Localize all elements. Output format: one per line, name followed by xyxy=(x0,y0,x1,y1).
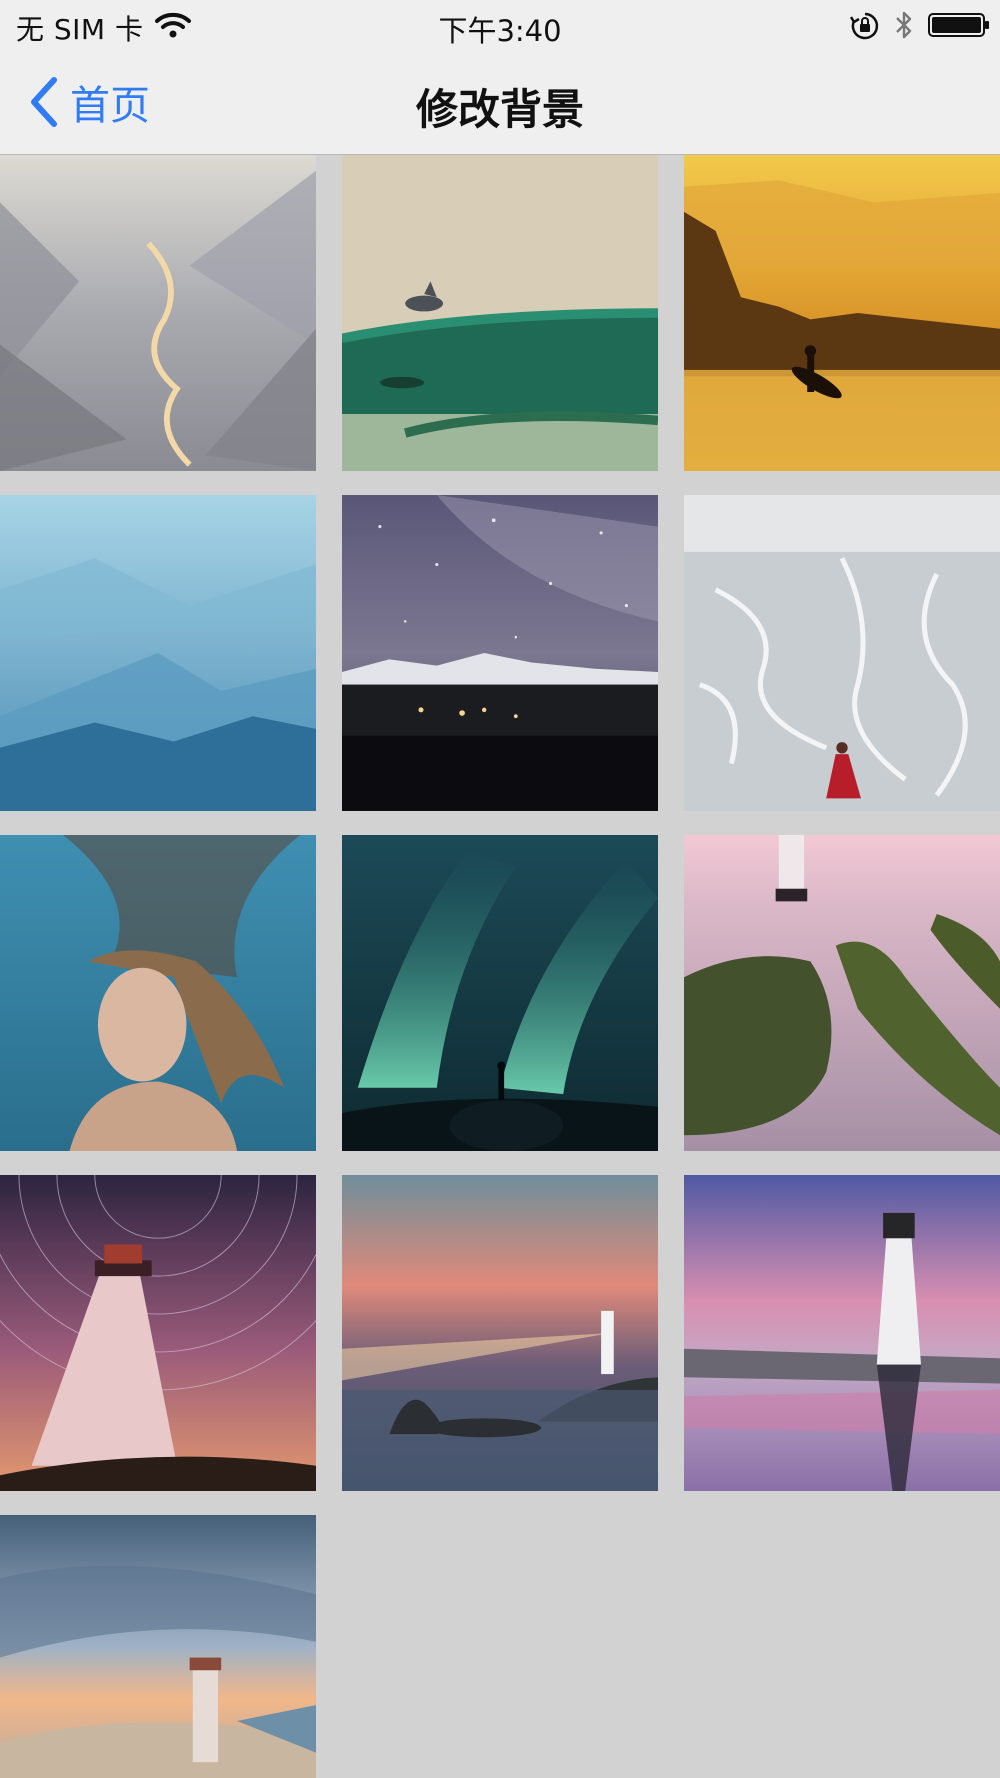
orientation-lock-icon xyxy=(850,12,879,40)
background-option-7[interactable] xyxy=(0,835,316,1151)
bluetooth-icon xyxy=(896,11,912,39)
background-option-2[interactable] xyxy=(342,155,658,471)
background-option-13[interactable] xyxy=(0,1515,316,1778)
background-option-8[interactable] xyxy=(342,835,658,1151)
background-option-5[interactable] xyxy=(342,495,658,811)
background-option-3[interactable] xyxy=(684,155,1000,471)
page-title: 修改背景 xyxy=(415,85,584,134)
background-option-11[interactable] xyxy=(342,1175,658,1491)
background-option-10[interactable] xyxy=(0,1175,316,1491)
background-option-1[interactable] xyxy=(0,155,316,471)
battery-icon xyxy=(928,13,989,37)
status-bar: 无 SIM 卡 下午3:40 xyxy=(0,0,1000,50)
navigation-bar: 首页 修改背景 xyxy=(0,50,1000,155)
background-option-4[interactable] xyxy=(0,495,316,811)
background-option-6[interactable] xyxy=(684,495,1000,811)
background-option-9[interactable] xyxy=(684,835,1000,1151)
background-option-12[interactable] xyxy=(684,1175,1000,1491)
